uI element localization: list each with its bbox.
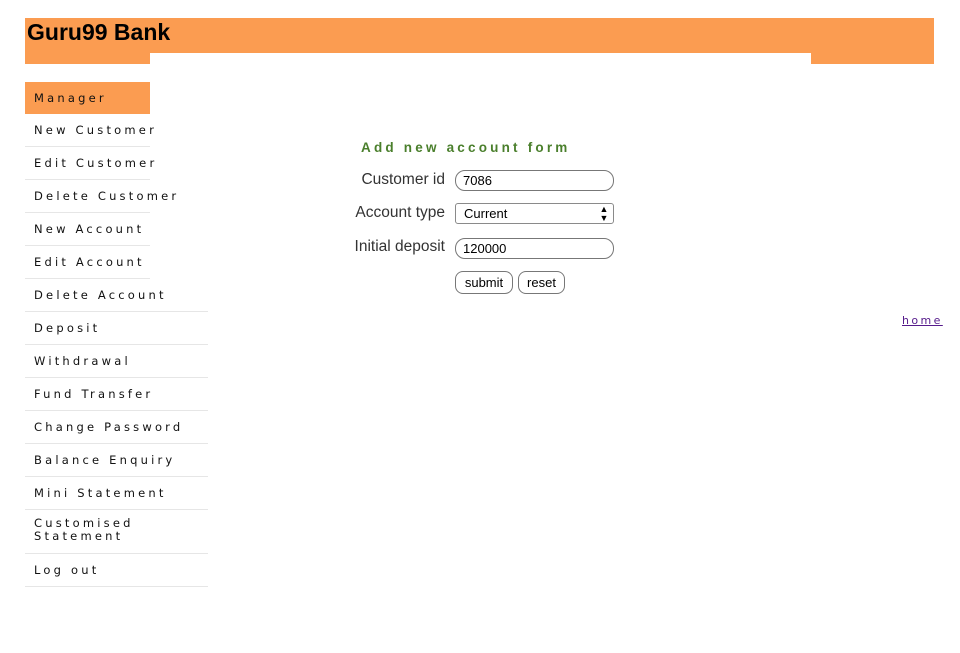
sidebar-item-delete-customer[interactable]: Delete Customer [25,180,176,213]
customer-id-label: Customer id [361,171,445,188]
account-type-select[interactable]: Current ▲ ▼ [455,203,614,224]
account-type-selected-value: Current [464,206,508,221]
sidebar-item-edit-customer[interactable]: Edit Customer [25,147,154,180]
initial-deposit-label: Initial deposit [354,238,445,255]
sidebar-item-customised-statement[interactable]: Customised Statement [25,510,208,554]
select-arrows-icon: ▲ ▼ [599,204,609,223]
initial-deposit-input[interactable] [455,238,614,259]
reset-button[interactable]: reset [518,271,565,294]
sidebar-item-balance-enquiry[interactable]: Balance Enquiry [25,444,208,477]
sidebar-item-withdrawal[interactable]: Withdrawal [25,345,208,378]
sidebar-item-new-customer[interactable]: New Customer [25,114,154,147]
sidebar-item-log-out[interactable]: Log out [25,554,208,587]
account-type-label: Account type [355,204,445,221]
customer-id-input[interactable] [455,170,614,191]
sidebar-item-delete-account[interactable]: Delete Account [25,279,208,312]
sidebar-item-manager[interactable]: Manager [25,82,150,114]
header-notch [150,53,811,64]
sidebar-item-new-account[interactable]: New Account [25,213,150,246]
sidebar-item-edit-account[interactable]: Edit Account [25,246,150,279]
sidebar-item-deposit[interactable]: Deposit [25,312,208,345]
bank-title: Guru99 Bank [27,19,171,45]
sidebar-menu: Manager New Customer Edit Customer Delet… [25,82,208,587]
home-link[interactable]: home [902,314,943,327]
submit-button[interactable]: submit [455,271,513,294]
form-title: Add new account form [361,140,571,155]
sidebar-item-mini-statement[interactable]: Mini Statement [25,477,208,510]
sidebar-item-change-password[interactable]: Change Password [25,411,208,444]
sidebar-item-fund-transfer[interactable]: Fund Transfer [25,378,208,411]
